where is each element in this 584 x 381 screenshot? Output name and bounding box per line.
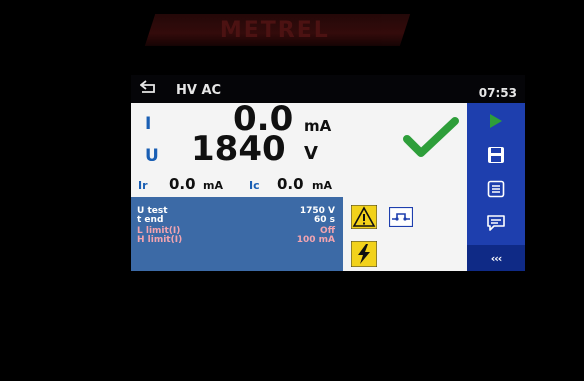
- run-test-button[interactable]: [467, 107, 525, 135]
- ic-unit: mA: [312, 179, 332, 192]
- voltage-value: 1840: [191, 129, 286, 169]
- param-value: 100 mA: [296, 235, 335, 245]
- more-options-button[interactable]: ‹‹‹: [467, 245, 525, 271]
- page-title: HV AC: [176, 83, 222, 98]
- device-brand-logo: METREL: [144, 14, 411, 46]
- results-panel: I 0.0 mA U 1840 V Ir 0.0 mA Ic 0.0 mA: [131, 99, 467, 197]
- ir-label: Ir: [138, 179, 148, 192]
- save-icon: [488, 147, 504, 163]
- high-voltage-icon: [351, 241, 377, 267]
- param-name: H limit(I): [137, 235, 183, 245]
- pass-checkmark-icon: [403, 117, 459, 157]
- ir-unit: mA: [203, 179, 223, 192]
- comment-icon: [487, 215, 505, 231]
- ir-value: 0.0: [169, 175, 196, 193]
- current-label: I: [145, 114, 152, 134]
- instrument-screen: HV AC 07:53 I 0.0 mA U 1840 V Ir 0.0 mA …: [131, 75, 525, 271]
- title-bar: HV AC 07:53: [131, 75, 525, 103]
- ic-value: 0.0: [277, 175, 304, 193]
- back-arrow-icon[interactable]: [140, 80, 158, 94]
- action-sidebar: ‹‹‹: [467, 103, 525, 271]
- param-value: 60 s: [313, 215, 335, 225]
- status-panel: [343, 197, 467, 271]
- list-icon: [487, 180, 505, 198]
- param-name: t end: [137, 215, 164, 225]
- save-button[interactable]: [467, 141, 525, 169]
- voltage-unit: V: [304, 143, 318, 164]
- clock: 07:53: [478, 86, 517, 100]
- current-unit: mA: [304, 117, 332, 135]
- comment-button[interactable]: [467, 209, 525, 237]
- parameters-panel[interactable]: U test 1750 V t end 60 s L limit(I) Off …: [131, 197, 343, 271]
- warning-icon: [351, 205, 377, 229]
- voltage-label: U: [145, 146, 159, 166]
- relay-switch-icon: [389, 207, 413, 227]
- play-icon: [490, 114, 502, 128]
- ic-label: Ic: [249, 179, 260, 192]
- results-list-button[interactable]: [467, 175, 525, 203]
